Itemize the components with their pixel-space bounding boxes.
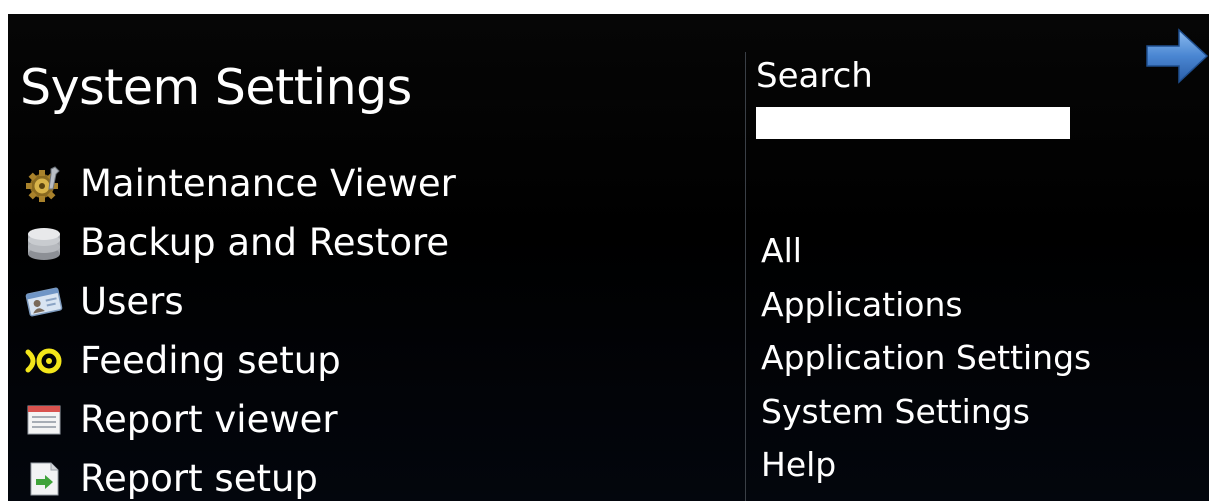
menu-item-label: Users bbox=[80, 279, 184, 323]
filter-all[interactable]: All bbox=[761, 224, 1091, 278]
menu-item-label: Feeding setup bbox=[80, 338, 341, 382]
report-window-icon bbox=[24, 400, 64, 440]
settings-panel: System Settings Maintenance Viewer Backu… bbox=[8, 14, 1209, 501]
filter-system-settings[interactable]: System Settings bbox=[761, 385, 1091, 439]
menu-item-label: Backup and Restore bbox=[80, 220, 450, 264]
menu-item-maintenance-viewer[interactable]: Maintenance Viewer bbox=[24, 154, 456, 213]
page-title: System Settings bbox=[20, 59, 412, 116]
menu-item-label: Report setup bbox=[80, 456, 318, 500]
menu-item-users[interactable]: Users bbox=[24, 272, 456, 331]
filter-applications[interactable]: Applications bbox=[761, 278, 1091, 332]
gear-wrench-icon bbox=[24, 164, 64, 204]
report-setup-icon bbox=[24, 459, 64, 499]
user-card-icon bbox=[24, 282, 64, 322]
column-divider bbox=[745, 52, 746, 501]
filter-help[interactable]: Help bbox=[761, 438, 1091, 492]
search-label: Search bbox=[756, 56, 873, 96]
filter-application-settings[interactable]: Application Settings bbox=[761, 331, 1091, 385]
search-input[interactable] bbox=[756, 107, 1070, 139]
menu-item-label: Maintenance Viewer bbox=[80, 161, 456, 205]
page: System Settings Maintenance Viewer Backu… bbox=[0, 0, 1209, 501]
category-filter-list: All Applications Application Settings Sy… bbox=[761, 224, 1091, 492]
feeding-icon bbox=[24, 341, 64, 381]
database-icon bbox=[24, 223, 64, 263]
menu-item-report-viewer[interactable]: Report viewer bbox=[24, 390, 456, 449]
menu-item-label: Report viewer bbox=[80, 397, 338, 441]
menu-item-feeding-setup[interactable]: Feeding setup bbox=[24, 331, 456, 390]
arrow-right-icon[interactable] bbox=[1145, 24, 1209, 88]
settings-menu: Maintenance Viewer Backup and Restore Us… bbox=[24, 154, 456, 501]
menu-item-report-setup[interactable]: Report setup bbox=[24, 449, 456, 501]
menu-item-backup-and-restore[interactable]: Backup and Restore bbox=[24, 213, 456, 272]
